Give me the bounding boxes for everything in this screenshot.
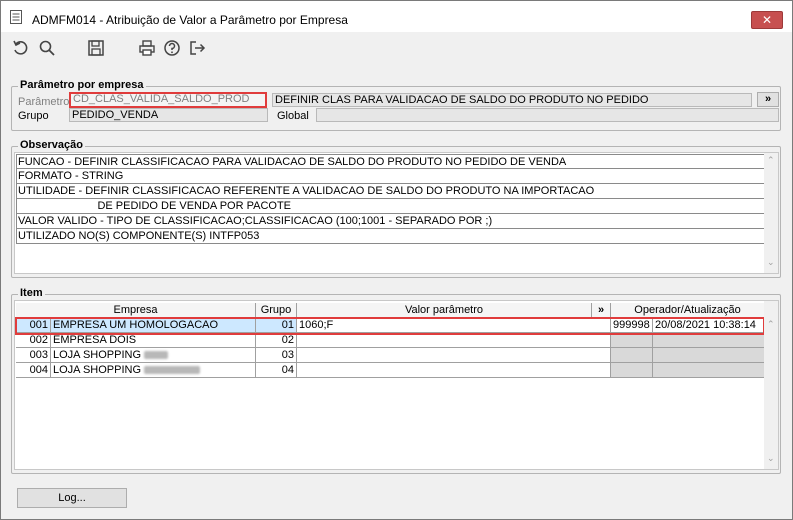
global-label: Global bbox=[277, 110, 309, 122]
row-3-valor-input[interactable] bbox=[297, 348, 611, 363]
grupo-field: PEDIDO_VENDA bbox=[69, 108, 268, 122]
undo-icon[interactable] bbox=[12, 39, 30, 57]
row-4-code[interactable]: 004 bbox=[16, 363, 51, 378]
item-grid-scrollbar[interactable]: ⌃ ⌄ bbox=[764, 301, 778, 469]
row-3-atualizacao bbox=[653, 348, 765, 363]
scroll-down-icon[interactable]: ⌄ bbox=[767, 453, 775, 464]
observacao-line: DE PEDIDO DE VENDA POR PACOTE bbox=[16, 199, 766, 214]
observacao-line: FORMATO - STRING bbox=[16, 169, 766, 184]
header-operador[interactable]: Operador/Atualização bbox=[611, 303, 765, 318]
search-icon[interactable] bbox=[38, 39, 56, 57]
observacao-line: VALOR VALIDO - TIPO DE CLASSIFICACAO;CLA… bbox=[16, 214, 766, 229]
row-4-grupo[interactable]: 04 bbox=[256, 363, 297, 378]
row-4-atualizacao bbox=[653, 363, 765, 378]
scroll-up-icon[interactable]: ⌃ bbox=[767, 155, 775, 166]
observacao-line: UTILIDADE - DEFINIR CLASSIFICACAO REFERE… bbox=[16, 184, 766, 199]
row-3-empresa[interactable]: LOJA SHOPPING bbox=[51, 348, 256, 363]
item-grid: Empresa Grupo Valor parâmetro » Operador… bbox=[14, 300, 779, 470]
observacao-line: UTILIZADO NO(S) COMPONENTE(S) INTFP053 bbox=[16, 229, 766, 244]
row-2-valor-input[interactable] bbox=[297, 333, 611, 348]
observacao-group-title: Observação bbox=[18, 139, 85, 151]
title-bar: ADMFM014 - Atribuição de Valor a Parâmet… bbox=[1, 1, 792, 32]
row-4-operador bbox=[611, 363, 653, 378]
observacao-line: FUNCAO - DEFINIR CLASSIFICACAO PARA VALI… bbox=[16, 154, 766, 169]
parametro-description: DEFINIR CLAS PARA VALIDACAO DE SALDO DO … bbox=[272, 93, 752, 107]
row-4-empresa-name: LOJA SHOPPING bbox=[53, 364, 142, 376]
parametro-group-title: Parâmetro por empresa bbox=[18, 79, 146, 91]
row-2-grupo[interactable]: 02 bbox=[256, 333, 297, 348]
header-valor-more-button[interactable]: » bbox=[592, 303, 611, 318]
row-4-empresa[interactable]: LOJA SHOPPING bbox=[51, 363, 256, 378]
header-empresa[interactable]: Empresa bbox=[16, 303, 256, 318]
row-3-empresa-name: LOJA SHOPPING bbox=[53, 349, 142, 361]
observacao-text-area[interactable]: FUNCAO - DEFINIR CLASSIFICACAO PARA VALI… bbox=[14, 152, 779, 274]
window-title: ADMFM014 - Atribuição de Valor a Parâmet… bbox=[32, 13, 348, 27]
row-3-operador bbox=[611, 348, 653, 363]
row-1-grupo[interactable]: 01 bbox=[256, 318, 297, 333]
row-3-grupo[interactable]: 03 bbox=[256, 348, 297, 363]
row-2-code[interactable]: 002 bbox=[16, 333, 51, 348]
parametro-more-button[interactable]: » bbox=[757, 92, 779, 107]
global-field bbox=[316, 108, 779, 122]
main-window: ADMFM014 - Atribuição de Valor a Parâmet… bbox=[0, 0, 793, 520]
toolbar bbox=[1, 35, 792, 61]
document-icon bbox=[10, 10, 22, 24]
observacao-scrollbar[interactable]: ⌃ ⌄ bbox=[764, 153, 778, 273]
row-1-valor-input[interactable]: 1060;F bbox=[297, 318, 611, 333]
scroll-up-icon[interactable]: ⌃ bbox=[767, 319, 775, 330]
row-1-empresa[interactable]: EMPRESA UM HOMOLOGACAO bbox=[51, 318, 256, 333]
row-1-code[interactable]: 001 bbox=[16, 318, 51, 333]
row-2-empresa[interactable]: EMPRESA DOIS bbox=[51, 333, 256, 348]
row-2-operador bbox=[611, 333, 653, 348]
row-1-operador: 999998 bbox=[611, 318, 653, 333]
row-2-atualizacao bbox=[653, 333, 765, 348]
item-group-title: Item bbox=[18, 287, 45, 299]
row-3-code[interactable]: 003 bbox=[16, 348, 51, 363]
parametro-input[interactable]: CD_CLAS_VALIDA_SALDO_PROD bbox=[69, 92, 267, 108]
redacted-text bbox=[144, 351, 169, 360]
log-button[interactable]: Log... bbox=[17, 488, 127, 508]
grupo-label: Grupo bbox=[18, 110, 49, 122]
header-valor[interactable]: Valor parâmetro bbox=[297, 303, 592, 318]
row-1-atualizacao: 20/08/2021 10:38:14 bbox=[653, 318, 765, 333]
print-icon[interactable] bbox=[138, 39, 156, 57]
close-window-button[interactable]: ✕ bbox=[751, 11, 783, 29]
exit-icon[interactable] bbox=[188, 39, 206, 57]
parametro-label: Parâmetro bbox=[18, 96, 70, 108]
scroll-down-icon[interactable]: ⌄ bbox=[767, 257, 775, 268]
help-icon[interactable] bbox=[163, 39, 181, 57]
header-grupo[interactable]: Grupo bbox=[256, 303, 297, 318]
save-icon[interactable] bbox=[87, 39, 105, 57]
row-4-valor-input[interactable] bbox=[297, 363, 611, 378]
redacted-text bbox=[144, 366, 201, 375]
